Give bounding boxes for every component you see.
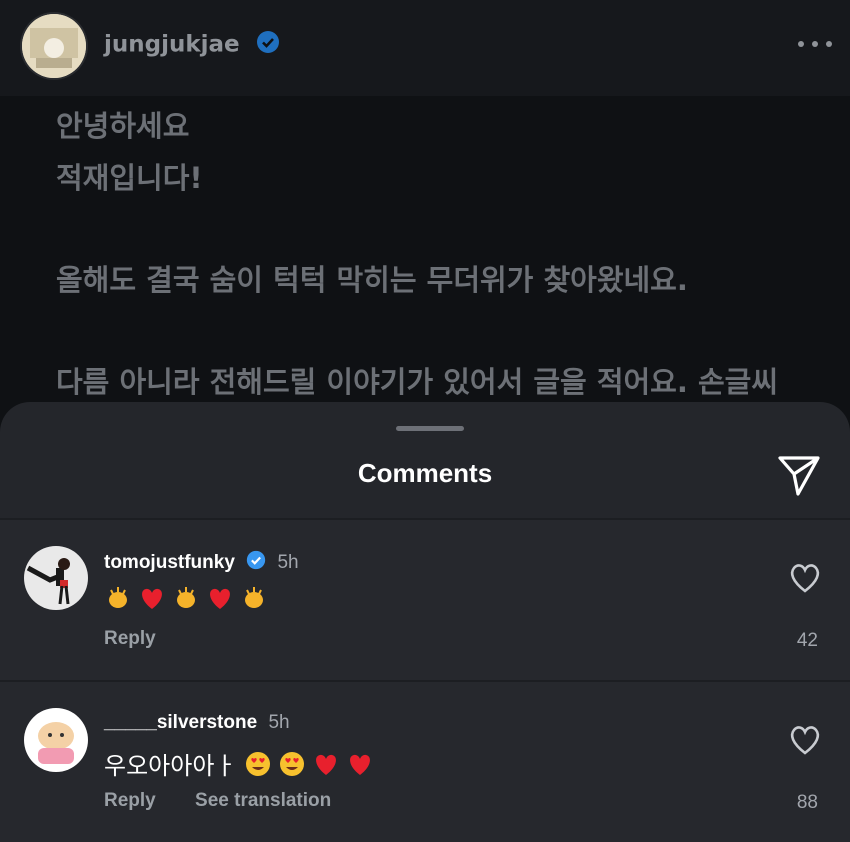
caption-line: 적재입니다!: [56, 161, 203, 195]
red-heart-icon: [316, 754, 337, 775]
comment-text: 우오아아아ㅏ: [104, 746, 380, 781]
post-header: jungjukjae: [0, 0, 850, 96]
share-button[interactable]: [776, 452, 822, 498]
more-options-button[interactable]: [798, 30, 832, 58]
like-count: 42: [796, 630, 818, 651]
more-dot-icon: [812, 41, 818, 47]
comment-item: _____silverstone 5h 우오아아아ㅏ Reply See tra…: [0, 680, 850, 842]
comment-header: _____silverstone 5h: [104, 712, 290, 734]
post-author-avatar[interactable]: [22, 14, 86, 78]
comments-sheet: Comments tomojustfunky 5h Reply 42 _____…: [0, 402, 850, 842]
comment-time: 5h: [277, 552, 299, 574]
heart-outline-icon: [790, 726, 820, 755]
clapping-hands-icon: [109, 587, 127, 608]
clapping-hands-icon: [177, 587, 195, 608]
paper-plane-icon: [778, 456, 820, 496]
verified-badge-icon: [256, 30, 280, 60]
comment-body: 우오아아아ㅏ: [104, 752, 237, 780]
comment-username[interactable]: tomojustfunky: [104, 552, 235, 573]
heart-eyes-icon: [246, 751, 271, 776]
like-count: 88: [796, 792, 818, 813]
comment-header: tomojustfunky 5h: [104, 550, 299, 576]
heart-eyes-icon: [280, 751, 305, 776]
sheet-title: Comments: [357, 458, 493, 488]
red-heart-icon: [350, 754, 371, 775]
verified-badge-icon: [246, 550, 266, 576]
comment-actions: Reply: [104, 628, 190, 650]
heart-outline-icon: [790, 564, 820, 593]
red-heart-icon: [142, 588, 162, 609]
caption-line: 안녕하세요: [56, 109, 190, 143]
more-dot-icon: [826, 41, 832, 47]
comment-actions: Reply See translation: [104, 790, 365, 812]
commenter-avatar[interactable]: [24, 546, 88, 610]
clapping-hands-icon: [245, 587, 263, 608]
comment-item: tomojustfunky 5h Reply 42: [0, 520, 850, 680]
like-button[interactable]: [788, 562, 822, 594]
red-heart-icon: [210, 588, 230, 609]
caption-line: 올해도 결국 숨이 턱턱 막히는 무더위가 찾아왔네요.: [56, 263, 688, 297]
comment-text: [104, 584, 274, 612]
post-author[interactable]: jungjukjae: [104, 30, 280, 60]
post-caption: 안녕하세요 적재입니다! 올해도 결국 숨이 턱턱 막히는 무더위가 찾아왔네요…: [56, 100, 836, 408]
commenter-avatar[interactable]: [24, 708, 88, 772]
see-translation-button[interactable]: See translation: [195, 790, 331, 811]
more-dot-icon: [798, 41, 804, 47]
comment-username[interactable]: _____silverstone: [104, 712, 257, 733]
reply-button[interactable]: Reply: [104, 628, 156, 649]
reply-button[interactable]: Reply: [104, 790, 156, 811]
caption-line: 다름 아니라 전해드릴 이야기가 있어서 글을 적어요. 손글씨: [56, 365, 779, 399]
comment-time: 5h: [268, 712, 290, 733]
post-username[interactable]: jungjukjae: [104, 32, 240, 58]
like-button[interactable]: [788, 724, 822, 756]
sheet-grabber-handle[interactable]: [396, 426, 464, 431]
